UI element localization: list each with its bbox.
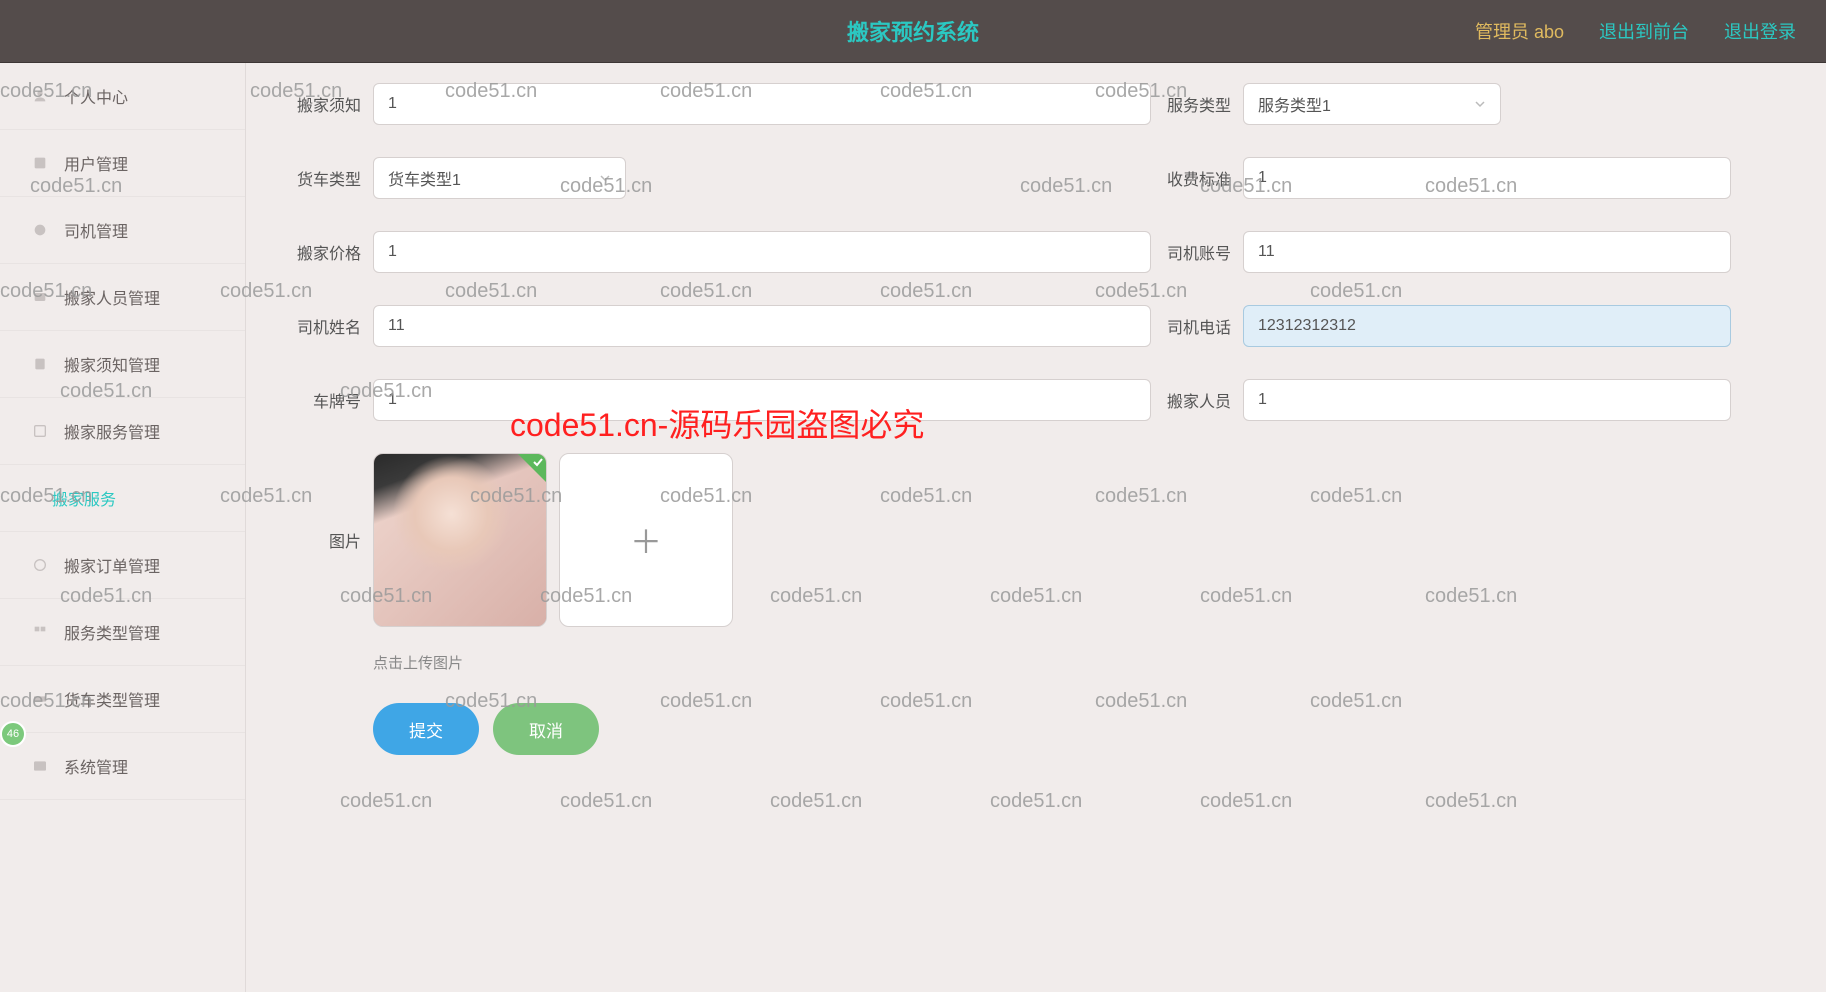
- users-icon: [30, 153, 50, 173]
- notice-input[interactable]: [373, 83, 1151, 125]
- badge: 46: [0, 721, 26, 747]
- sidebar-item-users[interactable]: 用户管理: [0, 130, 245, 197]
- driver-phone-label: 司机电话: [1151, 314, 1231, 338]
- header-right: 管理员 abo 退出到前台 退出登录: [1475, 18, 1796, 44]
- truck-type-select[interactable]: 货车类型1: [373, 157, 626, 199]
- service-icon: [30, 421, 50, 441]
- sidebar-item-drivers[interactable]: 司机管理: [0, 197, 245, 264]
- notice-label: 搬家须知: [281, 92, 361, 116]
- user-icon: [30, 86, 50, 106]
- image-label: 图片: [281, 528, 361, 552]
- plate-input[interactable]: [373, 379, 1151, 421]
- link-logout[interactable]: 退出登录: [1724, 18, 1796, 44]
- type-icon: [30, 622, 50, 642]
- staff-label: 搬家人员: [1151, 388, 1231, 412]
- order-icon: [30, 555, 50, 575]
- form-content: 搬家须知 服务类型 服务类型1 货车类型 货车类型1 收费: [246, 63, 1826, 992]
- avatar-image: [374, 454, 546, 626]
- driver-account-input[interactable]: [1243, 231, 1731, 273]
- driver-name-input[interactable]: [373, 305, 1151, 347]
- sidebar-item-profile[interactable]: 个人中心: [0, 63, 245, 130]
- service-type-select[interactable]: 服务类型1: [1243, 83, 1501, 125]
- upload-hint: 点击上传图片: [373, 652, 1806, 673]
- select-value: 货车类型1: [388, 166, 461, 190]
- sidebar-item-service[interactable]: 搬家服务: [0, 465, 245, 532]
- driver-icon: [30, 220, 50, 240]
- sidebar-item-system[interactable]: 系统管理: [0, 733, 245, 800]
- sidebar-item-label: 司机管理: [64, 218, 128, 242]
- driver-account-label: 司机账号: [1151, 240, 1231, 264]
- plate-label: 车牌号: [281, 388, 361, 412]
- driver-phone-input[interactable]: [1243, 305, 1731, 347]
- fee-input[interactable]: [1243, 157, 1731, 199]
- truck-type-label: 货车类型: [281, 166, 361, 190]
- sidebar-item-truck-type[interactable]: 货车类型管理: [0, 666, 245, 733]
- service-type-label: 服务类型: [1151, 92, 1231, 116]
- sidebar-item-label: 搬家服务: [52, 486, 116, 510]
- sidebar-item-service-type[interactable]: 服务类型管理: [0, 599, 245, 666]
- sidebar-item-label: 服务类型管理: [64, 620, 160, 644]
- sidebar-item-label: 系统管理: [64, 754, 128, 778]
- truck-icon: [30, 689, 50, 709]
- price-label: 搬家价格: [281, 240, 361, 264]
- link-to-front[interactable]: 退出到前台: [1599, 18, 1689, 44]
- sidebar-item-label: 搬家须知管理: [64, 352, 160, 376]
- sidebar: 个人中心 用户管理 司机管理 搬家人员管理 搬家须知管理 搬家服务管理 搬家服务…: [0, 63, 246, 992]
- sidebar-item-staff[interactable]: 搬家人员管理: [0, 264, 245, 331]
- uploaded-image[interactable]: [373, 453, 547, 627]
- header: 搬家预约系统 管理员 abo 退出到前台 退出登录: [0, 0, 1826, 63]
- sidebar-item-orders[interactable]: 搬家订单管理: [0, 532, 245, 599]
- sidebar-item-service-mgmt[interactable]: 搬家服务管理: [0, 398, 245, 465]
- staff-icon: [30, 287, 50, 307]
- app-title: 搬家预约系统: [847, 15, 979, 47]
- staff-input[interactable]: [1243, 379, 1731, 421]
- sidebar-item-label: 搬家服务管理: [64, 419, 160, 443]
- fee-label: 收费标准: [1151, 166, 1231, 190]
- notice-icon: [30, 354, 50, 374]
- sidebar-item-label: 个人中心: [64, 84, 128, 108]
- admin-label[interactable]: 管理员 abo: [1475, 18, 1564, 44]
- chevron-down-icon: [1474, 98, 1486, 110]
- price-input[interactable]: [373, 231, 1151, 273]
- cancel-button[interactable]: 取消: [493, 703, 599, 755]
- sidebar-item-label: 搬家订单管理: [64, 553, 160, 577]
- chevron-down-icon: [599, 172, 611, 184]
- sidebar-item-label: 用户管理: [64, 151, 128, 175]
- sidebar-item-label: 货车类型管理: [64, 687, 160, 711]
- sidebar-item-label: 搬家人员管理: [64, 285, 160, 309]
- sidebar-item-notice[interactable]: 搬家须知管理: [0, 331, 245, 398]
- submit-button[interactable]: 提交: [373, 703, 479, 755]
- image-upload-button[interactable]: ＋: [559, 453, 733, 627]
- plus-icon: ＋: [630, 517, 662, 563]
- driver-name-label: 司机姓名: [281, 314, 361, 338]
- system-icon: [30, 756, 50, 776]
- select-value: 服务类型1: [1258, 92, 1331, 116]
